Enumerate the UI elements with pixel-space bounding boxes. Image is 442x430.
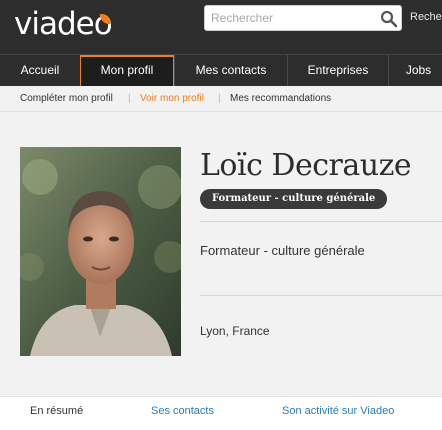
- subnav-separator: |: [218, 93, 221, 104]
- logo-text: viadeo: [14, 6, 113, 42]
- profile-location: Lyon, France: [200, 324, 270, 338]
- profile-photo[interactable]: [20, 147, 181, 356]
- profile-subnav: Compléter mon profil | Voir mon profil |…: [0, 86, 442, 112]
- subnav-complete-profile[interactable]: Compléter mon profil: [20, 93, 113, 104]
- subnav-separator: |: [128, 93, 131, 104]
- top-bar: viadeo Reche: [0, 0, 442, 54]
- advanced-search-link[interactable]: Reche: [410, 11, 442, 23]
- divider: [200, 221, 442, 222]
- profile-headline: Formateur - culture générale: [200, 243, 365, 258]
- search-box: [204, 5, 402, 31]
- headline-badge: Formateur - culture générale: [200, 189, 388, 209]
- subnav-recommendations[interactable]: Mes recommandations: [230, 93, 331, 104]
- tab-contacts[interactable]: Ses contacts: [151, 405, 214, 417]
- profile-tabs: En résumé Ses contacts Son activité sur …: [0, 396, 442, 430]
- nav-item-jobs[interactable]: Jobs: [388, 55, 442, 86]
- search-input[interactable]: [211, 6, 371, 30]
- subnav-view-profile[interactable]: Voir mon profil: [140, 93, 204, 104]
- nav-item-mes-contacts[interactable]: Mes contacts: [174, 55, 287, 86]
- profile-photo-image: [20, 147, 181, 356]
- nav-item-mon-profil[interactable]: Mon profil: [80, 55, 174, 86]
- search-icon[interactable]: [380, 10, 398, 28]
- viadeo-logo[interactable]: viadeo: [14, 6, 113, 42]
- tab-summary[interactable]: En résumé: [30, 405, 83, 417]
- nav-item-entreprises[interactable]: Entreprises: [287, 55, 388, 86]
- profile-name: Loïc Decrauze: [200, 148, 412, 183]
- nav-item-accueil[interactable]: Accueil: [0, 55, 80, 86]
- divider: [200, 295, 442, 296]
- tab-activity[interactable]: Son activité sur Viadeo: [282, 405, 394, 417]
- main-nav: Accueil Mon profil Mes contacts Entrepri…: [0, 54, 442, 86]
